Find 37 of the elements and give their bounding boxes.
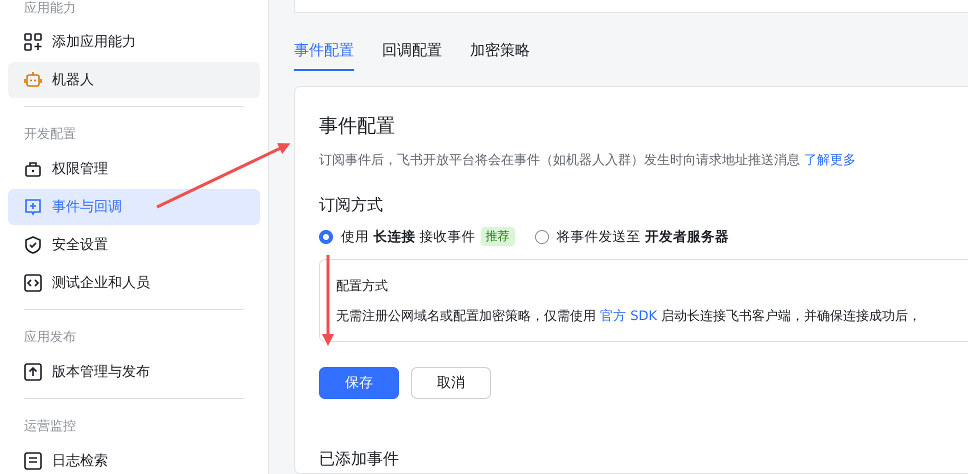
save-button[interactable]: 保存 <box>319 367 399 399</box>
radio-label[interactable]: 使用 长连接 接收事件 <box>341 228 476 246</box>
section-title: 订阅方式 <box>319 195 384 216</box>
section-header: 应用能力 <box>23 0 77 18</box>
sidebar-item[interactable]: 安全设置 <box>8 227 260 263</box>
sidebar-item[interactable]: 添加应用能力 <box>8 24 260 60</box>
config-text: 无需注册公网域名或配置加密策略，仅需使用 官方 SDK 启动长连接飞书客户端，并确保连接成功后， <box>336 308 922 325</box>
config-title: 配置方式 <box>336 278 389 295</box>
sdk-link[interactable]: 官方 SDK <box>600 309 658 324</box>
radio-label[interactable]: 将事件发送至 开发者服务器 <box>556 228 729 246</box>
sidebar-item[interactable]: 权限管理 <box>8 151 260 187</box>
grid-plus-icon <box>24 33 42 51</box>
radio-button[interactable] <box>319 230 333 244</box>
section-header: 应用发布 <box>23 329 77 347</box>
section-header: 运营监控 <box>23 418 77 436</box>
sidebar-item[interactable]: 版本管理与发布 <box>8 354 260 390</box>
sidebar-item[interactable]: 测试企业和人员 <box>8 265 260 301</box>
learn-more-link[interactable]: 了解更多 <box>804 153 856 168</box>
lock-icon <box>24 160 42 178</box>
document-icon <box>24 452 42 470</box>
description: 订阅事件后，飞书开放平台将会在事件（如机器人入群）发生时向请求地址推送消息 了解更多 <box>319 152 858 169</box>
code-icon <box>24 274 42 292</box>
tab[interactable]: 回调配置 <box>382 38 442 71</box>
tab[interactable]: 事件配置 <box>294 38 354 71</box>
upload-icon <box>24 363 42 381</box>
cancel-button[interactable]: 取消 <box>411 367 491 399</box>
section-header: 开发配置 <box>23 126 77 144</box>
sidebar-item[interactable]: 事件与回调 <box>8 189 260 225</box>
sidebar-item[interactable]: 日志检索 <box>8 443 260 474</box>
shield-check-icon <box>24 236 42 254</box>
sidebar-item[interactable]: 机器人 <box>8 62 260 98</box>
robot-icon <box>24 71 42 89</box>
tab[interactable]: 加密策略 <box>470 38 530 71</box>
panel-title: 事件配置 <box>319 114 396 139</box>
section-title: 已添加事件 <box>319 449 400 470</box>
radio-button[interactable] <box>534 230 549 244</box>
recommended-tag: 推荐 <box>480 227 515 246</box>
